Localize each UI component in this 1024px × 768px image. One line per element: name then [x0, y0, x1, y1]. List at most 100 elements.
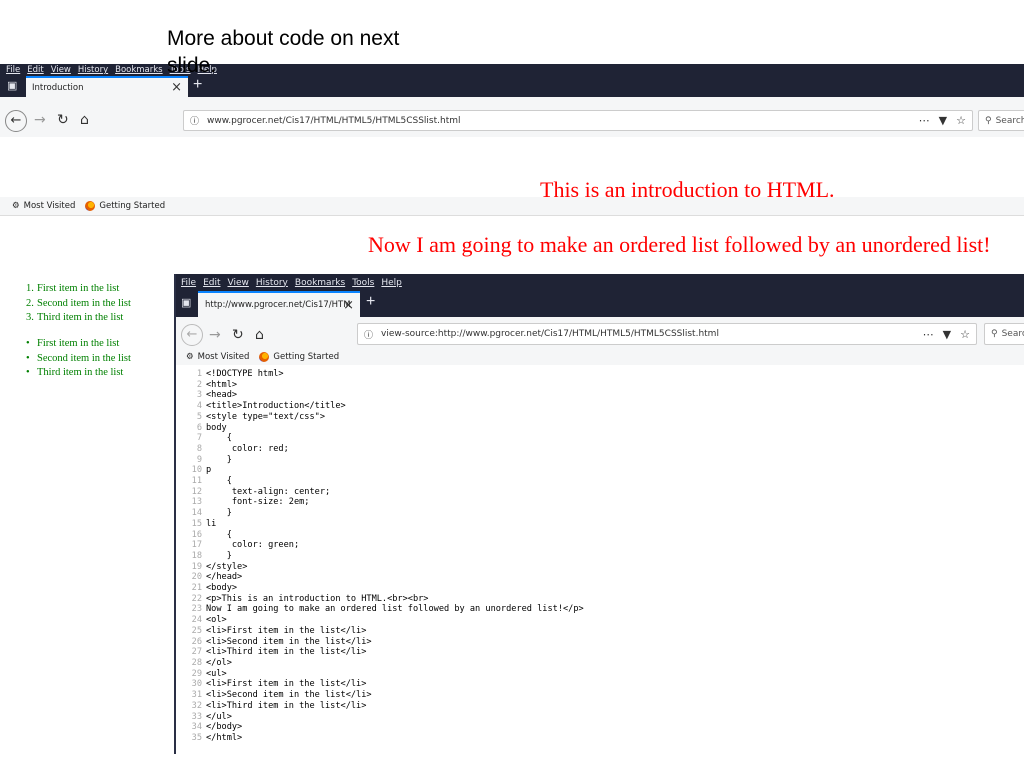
line-number: 33: [191, 711, 202, 722]
line-text: color: red;: [206, 443, 289, 454]
bookmark-getting-started[interactable]: Getting Started: [259, 352, 339, 362]
source-line: 7 {: [176, 433, 1024, 444]
list-item: Second item in the list: [26, 352, 131, 367]
list-item-text: Second item in the list: [37, 297, 131, 309]
search-field[interactable]: ⚲Search: [978, 110, 1024, 131]
line-text: {: [206, 476, 232, 487]
bookmarks-toolbar: ⚙ Most Visited Getting Started: [0, 197, 1024, 216]
menu-bookmarks[interactable]: Bookmarks: [295, 278, 345, 288]
source-line: 20 </head>: [176, 572, 1024, 583]
search-field[interactable]: ⚲Search: [984, 323, 1024, 345]
line-text: <li>Third item in the list</li>: [206, 647, 367, 658]
line-text: li: [206, 518, 217, 529]
slide-caption: More about code on next slide.: [167, 27, 400, 77]
line-text: </style>: [206, 561, 248, 572]
line-number: 22: [191, 593, 202, 604]
search-icon: ⚲: [991, 329, 998, 339]
page-heading: This is an introduction to HTML.: [540, 177, 835, 202]
line-text: <ol>: [206, 615, 227, 626]
pocket-icon[interactable]: ▼: [939, 114, 947, 127]
menu-edit[interactable]: Edit: [27, 65, 43, 75]
url-bar[interactable]: ⓘ view-source:http://www.pgrocer.net/Cis…: [357, 323, 977, 345]
tab-list-icon[interactable]: ▣: [7, 79, 17, 92]
star-icon[interactable]: ☆: [960, 328, 970, 341]
info-icon[interactable]: ⓘ: [190, 114, 199, 127]
bookmark-label: Getting Started: [99, 201, 166, 211]
menu-file[interactable]: File: [181, 278, 196, 288]
line-number: 3: [196, 390, 202, 401]
source-line: 6 body: [176, 423, 1024, 434]
new-tab-button[interactable]: +: [366, 293, 375, 311]
tab-view-source[interactable]: http://www.pgrocer.net/Cis17/HTM ×: [198, 291, 360, 317]
source-line: 4 <title>Introduction</title>: [176, 401, 1024, 412]
line-number: 25: [191, 625, 202, 636]
menu-help[interactable]: Help: [381, 278, 402, 288]
bookmark-getting-started[interactable]: Getting Started: [85, 201, 165, 211]
source-line: 25 <li>First item in the list</li>: [176, 626, 1024, 637]
line-number: 19: [191, 561, 202, 572]
source-code-view: 1 <!DOCTYPE html> 2 <html> 3 <head> 4 <title>In…: [176, 369, 1024, 744]
forward-button[interactable]: →: [34, 112, 46, 128]
menu-view[interactable]: View: [228, 278, 249, 288]
url-bar[interactable]: ⓘ www.pgrocer.net/Cis17/HTML/HTML5/HTML5…: [183, 110, 973, 131]
line-text: {: [206, 433, 232, 444]
line-number: 9: [196, 454, 202, 465]
bookmark-most-visited[interactable]: ⚙ Most Visited: [12, 201, 75, 211]
line-text: <html>: [206, 379, 238, 390]
line-text: <ul>: [206, 668, 227, 679]
bookmark-label: Getting Started: [273, 352, 340, 362]
reload-button[interactable]: ↻: [232, 327, 244, 343]
url-text: view-source:http://www.pgrocer.net/Cis17…: [381, 329, 719, 339]
menu-bookmarks[interactable]: Bookmarks: [115, 65, 163, 75]
menu-edit[interactable]: Edit: [203, 278, 220, 288]
tab-list-icon[interactable]: ▣: [181, 296, 191, 309]
menu-history[interactable]: History: [78, 65, 108, 75]
source-line: 12 text-align: center;: [176, 487, 1024, 498]
source-line: 17 color: green;: [176, 540, 1024, 551]
menu-file[interactable]: File: [6, 65, 20, 75]
line-text: <li>Second item in the list</li>: [206, 636, 372, 647]
source-line: 8 color: red;: [176, 444, 1024, 455]
star-icon[interactable]: ☆: [956, 114, 966, 127]
source-line: 14 }: [176, 508, 1024, 519]
menu-history[interactable]: History: [256, 278, 288, 288]
forward-button[interactable]: →: [209, 327, 221, 343]
back-button[interactable]: ←: [5, 110, 27, 132]
line-number: 27: [191, 647, 202, 658]
menu-tools[interactable]: Tools: [352, 278, 374, 288]
source-line: 5 <style type="text/css">: [176, 412, 1024, 423]
list-item-text: First item in the list: [37, 283, 120, 294]
source-line: 29 <ul>: [176, 669, 1024, 680]
line-text: color: green;: [206, 540, 300, 551]
source-line: 3 <head>: [176, 390, 1024, 401]
url-actions: ⋯ ▼ ☆: [919, 114, 966, 127]
tab-introduction[interactable]: Introduction ×: [26, 76, 188, 97]
line-text: <!DOCTYPE html>: [206, 369, 284, 379]
line-number: 11: [191, 476, 202, 487]
line-text: </html>: [206, 732, 243, 743]
bookmark-most-visited[interactable]: ⚙ Most Visited: [186, 352, 249, 362]
page-actions-icon[interactable]: ⋯: [923, 328, 934, 341]
source-line: 16 {: [176, 530, 1024, 541]
line-number: 20: [191, 572, 202, 583]
list-item: 3. Third item in the list: [26, 312, 124, 323]
reload-button[interactable]: ↻: [57, 112, 69, 128]
list-item: 2. Second item in the list: [26, 297, 131, 309]
gear-icon: ⚙: [12, 201, 20, 211]
list-item: First item in the list: [26, 337, 131, 352]
line-number: 14: [191, 508, 202, 519]
close-tab-icon[interactable]: ×: [171, 80, 182, 95]
pocket-icon[interactable]: ▼: [943, 328, 951, 341]
close-tab-icon[interactable]: ×: [343, 298, 354, 313]
info-icon[interactable]: ⓘ: [364, 328, 373, 341]
page-actions-icon[interactable]: ⋯: [919, 114, 930, 127]
home-button[interactable]: ⌂: [80, 112, 89, 128]
source-line: 34 </body>: [176, 722, 1024, 733]
line-number: 1: [196, 369, 202, 379]
menu-view[interactable]: View: [51, 65, 71, 75]
line-number: 21: [191, 583, 202, 594]
firefox-icon: [259, 352, 270, 362]
home-button[interactable]: ⌂: [255, 327, 264, 343]
back-button[interactable]: ←: [181, 324, 203, 346]
bookmark-label: Most Visited: [197, 352, 250, 362]
